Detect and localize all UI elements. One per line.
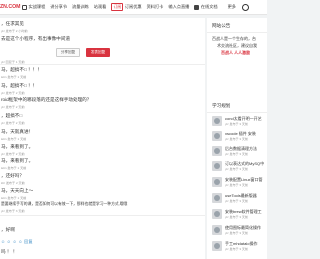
item-meta: yiz 发布于 2 天前 xyxy=(1,152,25,156)
item-title[interactable]: ，还好吗？ xyxy=(1,173,24,179)
sidebar: 网站公告 百战人是一个生存的，台 术交流社区，建议自我 百战人 人人激励 学习规… xyxy=(207,18,267,259)
nav-docs[interactable]: 在线文档 xyxy=(194,4,218,10)
plan-meta: yiz 发布于 3 天前 xyxy=(225,167,248,171)
notice-line-2: 术交流社区，建议自我 xyxy=(217,43,257,48)
plan-item[interactable]: 订以表达式的MySQ中 yiz 发布于 3 天前 xyxy=(212,160,272,174)
item-title[interactable]: roid框架中的哪段落的还是这样手动处理的？ xyxy=(1,97,91,103)
nav-courses[interactable]: 实战课程 xyxy=(22,4,45,10)
play-icon xyxy=(22,4,27,10)
plan-item[interactable]: 使用图标最简化操作 yiz 发布于 3 天前 xyxy=(212,224,272,238)
item-title[interactable]: 是要继续手写的课，是否如何可以有效一下，那样也就是学习一种方式,哦哦 xyxy=(1,202,127,207)
plan-thumbnail xyxy=(212,241,222,251)
plan-item[interactable]: useTools最新版器 yiz 发布于 3 天前 xyxy=(212,192,272,206)
item-title[interactable]: 马，天天向上～ xyxy=(1,188,33,194)
item-meta: lelin 发布于 1 天前 xyxy=(1,137,27,141)
item-title[interactable]: 马，超搞不□ ！！！ xyxy=(1,67,42,73)
item-meta: lelin 发布于 1 天前 xyxy=(1,75,27,79)
item-title[interactable]: 马，超搞不□ ！！ xyxy=(1,83,37,89)
item-title[interactable]: ，任求其见 xyxy=(1,21,24,27)
plan-meta: yiz 发布于 3 天前 xyxy=(225,122,248,126)
plan-meta: yiz 发布于 3 天前 xyxy=(225,247,248,251)
item-meta: lelin 发布于 1 天前 xyxy=(1,166,27,170)
search-icon[interactable] xyxy=(241,3,249,11)
plan-thumbnail xyxy=(212,161,222,171)
item-meta: yiz 发布于 2 天前 xyxy=(1,91,25,95)
plan-item[interactable]: 安装brew软件管理工 yiz 发布于 3 天前 xyxy=(212,208,272,222)
item-title[interactable]: 去是这个小程序，有出事像中间道 xyxy=(1,36,70,42)
thread-list: ，任求其见 yiz 发布于 2 小时前 去是这个小程序，有出事像中间道 分享回复… xyxy=(0,18,205,259)
nav-live[interactable]: 输入点直播 xyxy=(168,4,189,10)
plan-meta: yiz 发布于 3 天前 xyxy=(225,137,248,141)
nav-watch[interactable]: 站观看 xyxy=(94,4,107,10)
plan-thumbnail xyxy=(212,225,222,235)
plan-meta: yiz 发布于 3 天前 xyxy=(225,183,248,187)
plan-thumbnail xyxy=(212,146,222,156)
nav-training[interactable]: 流量训练 xyxy=(72,4,89,10)
plan-item[interactable]: cond太看开明一开艺 yiz 发布于 3 天前 xyxy=(212,115,272,129)
plan-thumbnail xyxy=(212,116,222,126)
divider xyxy=(0,215,205,216)
nav-more[interactable]: 更多 xyxy=(228,4,236,10)
plan-meta: yiz 发布于 3 天前 xyxy=(225,215,248,219)
plan-item[interactable]: xscode 插件 安装 yiz 发布于 3 天前 xyxy=(212,130,272,144)
notice-title: 网站公告 xyxy=(212,23,231,28)
notice-line-3: 百战人 人人激励 xyxy=(221,50,251,55)
item-meta: yiz 发布于 2 天前 xyxy=(1,105,25,109)
item-meta: yiz 发布于 3 天前 xyxy=(1,209,25,213)
notice-line-1: 百战人是一个生存的，台 xyxy=(212,36,256,41)
item-title[interactable]: ，超搞不□ xyxy=(1,113,22,119)
top-navbar: ZN.COM 实战课程 讲分享节 流量训练 站观看 订阅 订阅优惠 资料打卡 输入… xyxy=(0,0,267,15)
item-meta: lelin 发布于 1 天前 xyxy=(1,196,27,200)
item-title[interactable]: 马，天就真进！ xyxy=(1,129,33,135)
plan-meta: yiz 发布于 3 天前 xyxy=(225,231,248,235)
item-title[interactable]: 马，来看到了。 xyxy=(1,144,33,150)
plan-thumbnail xyxy=(212,209,222,219)
reply-actions: 分享回复 发表回复 xyxy=(0,48,205,58)
share-reply-button[interactable]: 分享回复 xyxy=(56,48,80,57)
plan-thumbnail xyxy=(212,193,222,203)
plan-item[interactable]: 手工mhdatalo操作 yiz 发布于 3 天前 xyxy=(212,240,272,254)
plan-item[interactable]: 后台数据清理方法 yiz 发布于 3 天前 xyxy=(212,145,272,159)
subscribe-badge: 订阅 xyxy=(111,3,124,11)
plan-item[interactable]: 安装配置Linux窗口管 yiz 发布于 3 天前 xyxy=(212,176,272,190)
plan-meta: yiz 发布于 3 天前 xyxy=(225,199,248,203)
item-meta: yiz 发布于 2 小时前 xyxy=(1,29,28,33)
plan-thumbnail xyxy=(212,131,222,141)
nav-materials[interactable]: 资料打卡 xyxy=(147,4,164,10)
submit-reply-button[interactable]: 发表回复 xyxy=(86,48,110,57)
divider xyxy=(207,112,267,113)
reply-emoji-bar[interactable]: ☺ ☺ ☺ ☺ 回复 xyxy=(1,239,33,245)
site-logo[interactable]: ZN.COM xyxy=(0,4,22,10)
plan-thumbnail xyxy=(212,177,222,187)
nav-subscribe[interactable]: 订阅 订阅优惠 xyxy=(111,3,142,11)
doc-icon xyxy=(194,4,200,10)
nav-share[interactable]: 讲分享节 xyxy=(50,4,67,10)
divider xyxy=(207,32,267,33)
item-title[interactable]: ，好啊 xyxy=(1,227,15,233)
item-meta: yiz 发布于 2 天前 xyxy=(1,121,25,125)
plans-title: 学习规划 xyxy=(212,103,231,108)
item-title[interactable]: 吗 ！ ！ xyxy=(1,249,17,255)
item-meta: ldz 发布于 2 天前 xyxy=(1,181,25,185)
plan-meta: yiz 发布于 3 天前 xyxy=(225,152,248,156)
item-title[interactable]: 马，来看到了。 xyxy=(1,158,33,164)
divider xyxy=(0,64,205,65)
